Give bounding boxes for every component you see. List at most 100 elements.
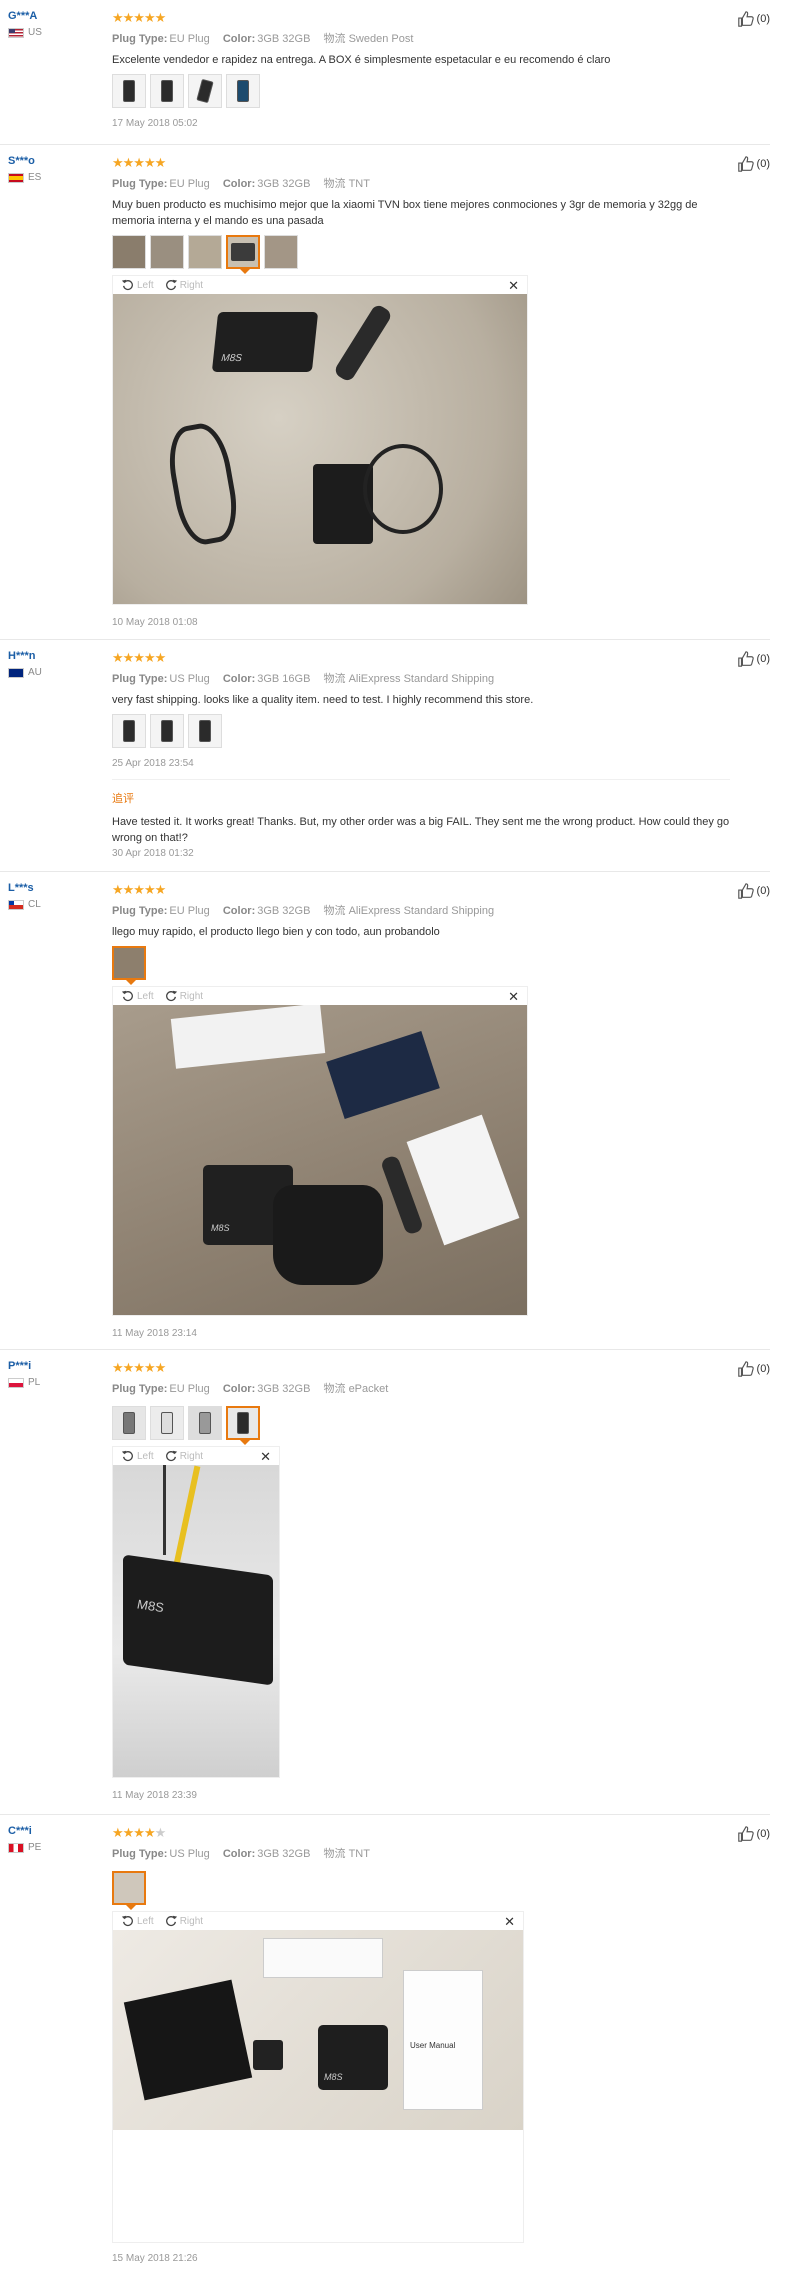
rotate-left-button[interactable]: Left (121, 278, 154, 292)
review-date: 11 May 2018 23:39 (112, 1790, 197, 1801)
review-thumbnail[interactable] (150, 714, 184, 748)
rotate-right-button[interactable]: Right (164, 1914, 203, 1928)
thumbs-up-icon (737, 882, 755, 900)
review-thumbnail[interactable] (112, 1406, 146, 1440)
flag-es-icon (8, 172, 24, 183)
review-thumbnail[interactable] (112, 946, 146, 985)
star-rating: ★★★★★ (112, 1360, 166, 1375)
reviewer-name[interactable]: G***A (8, 10, 98, 22)
review-text: very fast shipping. looks like a quality… (112, 694, 534, 706)
thumbs-up-icon (737, 10, 755, 28)
review-thumbnail[interactable] (188, 714, 222, 748)
rotate-left-button[interactable]: Left (121, 1449, 154, 1463)
review-thumbnail[interactable] (188, 235, 222, 269)
review-item: L***s CL ★★★★★ Plug Type: EU Plug Color: 3… (0, 872, 770, 1350)
review-thumbnail[interactable] (112, 74, 146, 108)
flag-pe-icon (8, 1842, 24, 1853)
reviewer-country: ES (8, 172, 98, 183)
review-thumbnails (112, 74, 730, 108)
close-icon[interactable]: ✕ (260, 1449, 271, 1465)
review-thumbnail[interactable] (150, 235, 184, 269)
review-meta: Plug Type: US Plug Color: 3GB 16GB 物流 AliE… (112, 673, 495, 685)
review-item: S***o ES ★★★★★ Plug Type: EU Plug Color: 3… (0, 145, 770, 640)
reviewer-info: P***i PL (8, 1360, 98, 1388)
close-icon[interactable]: ✕ (504, 1914, 515, 1930)
rotate-left-button[interactable]: Left (121, 989, 154, 1003)
rotate-right-button[interactable]: Right (164, 278, 203, 292)
reviewer-country: PL (8, 1377, 98, 1388)
review-thumbnails (112, 946, 730, 985)
review-thumbnail[interactable] (226, 74, 260, 108)
review-date: 17 May 2018 05:02 (112, 118, 198, 129)
keyboard-box-image (123, 1979, 253, 2101)
photo-viewer: Left Right ✕ M8S (112, 275, 528, 605)
helpful-button[interactable]: (0) (737, 10, 770, 28)
flag-pl-icon (8, 1377, 24, 1388)
reviewer-name[interactable]: L***s (8, 882, 98, 894)
thumbs-up-icon (737, 1360, 755, 1378)
rotate-left-icon (121, 1914, 135, 1928)
helpful-button[interactable]: (0) (737, 1825, 770, 1843)
review-thumbnail[interactable] (150, 74, 184, 108)
reviewer-name[interactable]: H***n (8, 650, 98, 662)
close-icon[interactable]: ✕ (508, 278, 519, 294)
review-thumbnails (112, 1871, 730, 1910)
review-meta: Plug Type: US Plug Color: 3GB 32GB 物流 TNT (112, 1848, 370, 1860)
photo-viewer: Left Right ✕ M8S (112, 986, 528, 1316)
review-thumbnail[interactable] (264, 235, 298, 269)
reviewer-name[interactable]: S***o (8, 155, 98, 167)
reviewer-name[interactable]: C***i (8, 1825, 98, 1837)
helpful-button[interactable]: (0) (737, 882, 770, 900)
followup-text: Have tested it. It works great! Thanks. … (112, 816, 730, 844)
viewer-toolbar: Left Right (113, 1912, 523, 1930)
review-date: 25 Apr 2018 23:54 (112, 758, 194, 769)
keyboard-image (273, 1185, 383, 1285)
followup-label: 追评 (112, 793, 134, 805)
review-meta: Plug Type: EU Plug Color: 3GB 32GB 物流 Swed… (112, 33, 414, 45)
review-thumbnail[interactable] (112, 714, 146, 748)
reviewer-info: H***n AU (8, 650, 98, 678)
review-meta: Plug Type: EU Plug Color: 3GB 32GB 物流 AliE… (112, 905, 495, 917)
tv-box-image: M8S (318, 2025, 388, 2090)
review-date: 15 May 2018 21:26 (112, 2253, 198, 2264)
review-thumbnail[interactable] (112, 235, 146, 269)
thumbs-up-icon (737, 155, 755, 173)
viewer-toolbar: Left Right (113, 276, 527, 294)
photo-viewer: Left Right ✕ M8S (112, 1446, 280, 1778)
review-thumbnail[interactable] (188, 1406, 222, 1440)
reviewer-country: AU (8, 667, 98, 678)
review-thumbnails (112, 235, 730, 274)
reviewer-name[interactable]: P***i (8, 1360, 98, 1372)
review-thumbnail[interactable] (150, 1406, 184, 1440)
star-rating: ★★★★★ (112, 1825, 166, 1840)
rotate-right-button[interactable]: Right (164, 1449, 203, 1463)
helpful-button[interactable]: (0) (737, 650, 770, 668)
star-rating: ★★★★★ (112, 882, 166, 897)
flag-au-icon (8, 667, 24, 678)
helpful-button[interactable]: (0) (737, 1360, 770, 1378)
review-text: llego muy rapido, el producto llego bien… (112, 926, 440, 938)
review-meta: Plug Type: EU Plug Color: 3GB 32GB 物流 ePac… (112, 1383, 389, 1395)
viewer-toolbar: Left Right (113, 1447, 279, 1465)
reviewer-info: S***o ES (8, 155, 98, 183)
review-thumbnail[interactable] (226, 1406, 260, 1445)
remote-image (332, 302, 394, 384)
reviewer-info: G***A US (8, 10, 98, 38)
review-thumbnail[interactable] (112, 1871, 146, 1910)
review-thumbnail[interactable] (188, 74, 222, 108)
star-rating: ★★★★★ (112, 650, 166, 665)
reviewer-info: C***i PE (8, 1825, 98, 1853)
rotate-left-icon (121, 989, 135, 1003)
manual-image (406, 1114, 520, 1246)
review-content: ★★★★★ Plug Type: EU Plug Color: 3GB 32GB 物… (112, 882, 730, 1339)
review-content: ★★★★★ Plug Type: US Plug Color: 3GB 32GB 物… (112, 1825, 730, 2264)
review-meta: Plug Type: EU Plug Color: 3GB 32GB 物流 TNT (112, 178, 370, 190)
review-content: ★★★★★ Plug Type: EU Plug Color: 3GB 32GB 物… (112, 10, 730, 129)
review-thumbnails (112, 714, 730, 748)
helpful-button[interactable]: (0) (737, 155, 770, 173)
review-thumbnail[interactable] (226, 235, 260, 274)
rotate-left-button[interactable]: Left (121, 1914, 154, 1928)
viewer-toolbar: Left Right (113, 987, 527, 1005)
rotate-right-button[interactable]: Right (164, 989, 203, 1003)
close-icon[interactable]: ✕ (508, 989, 519, 1005)
